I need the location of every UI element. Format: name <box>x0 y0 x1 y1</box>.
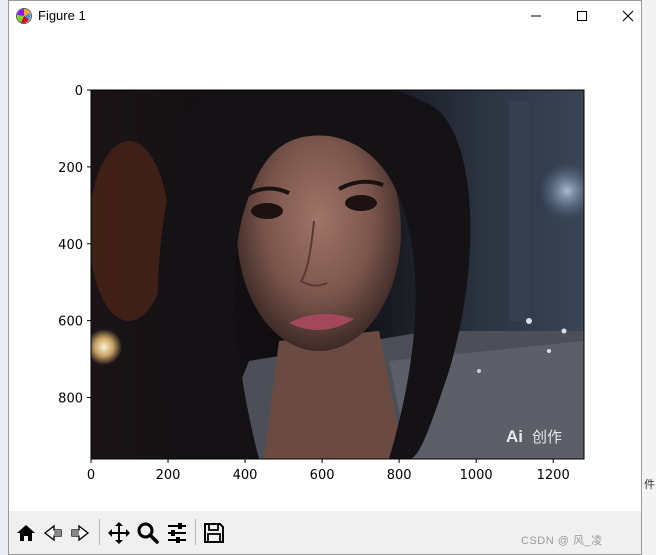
x-tick-label: 200 <box>156 468 181 483</box>
minimize-button[interactable] <box>513 1 559 31</box>
desktop-background-left <box>0 0 8 555</box>
save-icon <box>204 523 224 543</box>
x-tick-label: 400 <box>233 468 258 483</box>
configure-subplots-button[interactable] <box>164 520 190 546</box>
home-icon <box>17 525 35 541</box>
ai-badge-logo: Ai <box>506 427 523 446</box>
x-tick-label: 1200 <box>537 468 570 483</box>
plot-area: Ai 创作 0 200 400 600 800 1000 1200 0 200 400 600 80… <box>58 84 585 483</box>
background-text: 件 <box>644 478 655 491</box>
csdn-watermark: CSDN @ 风_凌 <box>521 535 603 547</box>
x-tick-label: 600 <box>310 468 335 483</box>
maximize-icon <box>577 11 587 21</box>
window-title: Figure 1 <box>38 8 86 23</box>
x-tick-label: 1000 <box>460 468 493 483</box>
forward-button[interactable] <box>67 520 93 546</box>
configure-subplots-icon <box>168 523 186 543</box>
displayed-image: Ai 创作 <box>91 90 584 459</box>
close-button[interactable] <box>605 1 651 31</box>
y-tick-label: 800 <box>58 392 83 407</box>
y-tick-label: 0 <box>75 84 83 99</box>
forward-icon <box>71 524 90 542</box>
y-tick-label: 600 <box>58 315 83 330</box>
pan-button[interactable] <box>106 520 132 546</box>
minimize-icon <box>531 15 541 17</box>
title-bar: Figure 1 <box>9 1 641 31</box>
pan-icon <box>108 522 130 544</box>
maximize-button[interactable] <box>559 1 605 31</box>
ai-badge-text: 创作 <box>532 428 562 446</box>
x-tick-label: 800 <box>387 468 412 483</box>
y-tick-label: 200 <box>58 161 83 176</box>
figure-window: Figure 1 Ai 创作 0 200 400 600 800 1000 12… <box>8 0 642 555</box>
toolbar-separator <box>99 519 100 545</box>
zoom-button[interactable] <box>135 520 161 546</box>
desktop-background-right: 件 <box>641 0 656 555</box>
zoom-icon <box>137 522 159 544</box>
save-button[interactable] <box>201 520 227 546</box>
back-icon <box>43 524 62 542</box>
matplotlib-logo-icon <box>16 8 32 24</box>
y-tick-label: 400 <box>58 238 83 253</box>
x-tick-label: 0 <box>87 468 95 483</box>
close-icon <box>622 10 634 22</box>
figure-canvas[interactable]: Ai 创作 0 200 400 600 800 1000 1200 0 200 400 600 80… <box>9 31 641 511</box>
home-button[interactable] <box>13 520 39 546</box>
toolbar-separator <box>195 519 196 545</box>
back-button[interactable] <box>40 520 66 546</box>
